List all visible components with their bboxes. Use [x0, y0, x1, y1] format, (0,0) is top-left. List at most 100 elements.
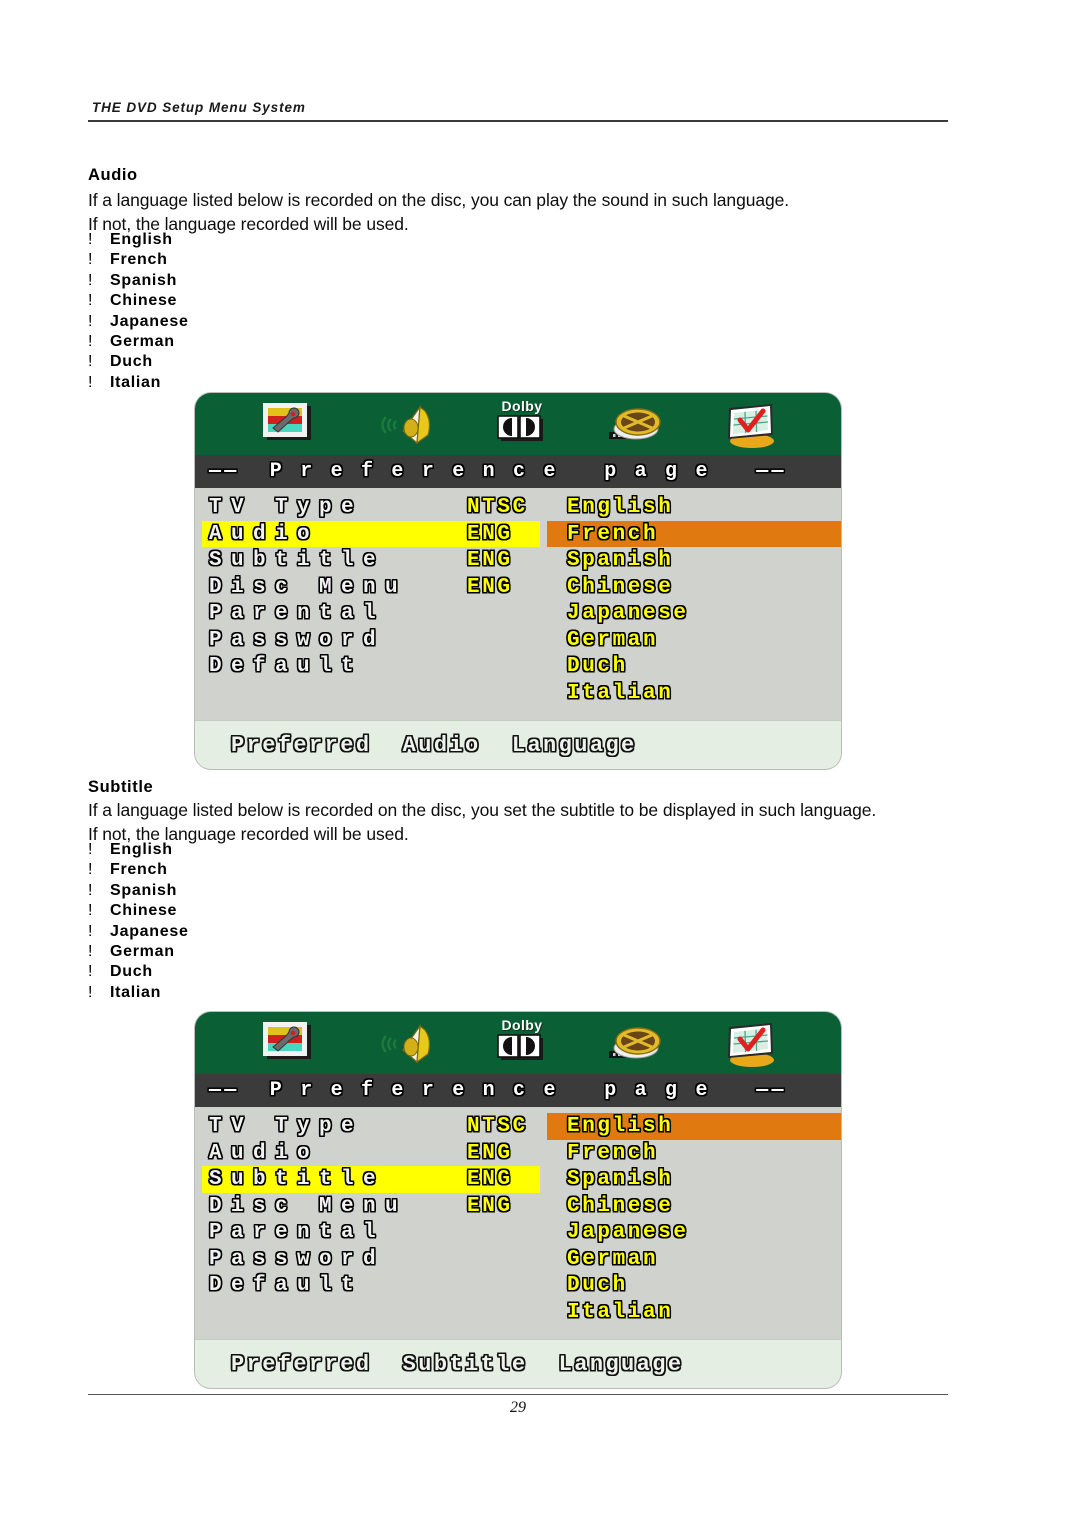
osd-language-option[interactable]: English	[567, 1114, 673, 1139]
osd-menu-label[interactable]: P a r e n t a l	[209, 1220, 378, 1245]
bullet-icon: !	[88, 292, 94, 310]
osd-title-text: —— P r e f e r e n c e p a g e ——	[209, 1079, 787, 1102]
language-list-item: ! German	[88, 942, 189, 962]
osd-menu-row: D e f a u l t Duch	[195, 1272, 841, 1299]
language-label: Japanese	[110, 312, 189, 330]
osd-menu-row: S u b t i t l e ENG Spanish	[195, 1166, 841, 1193]
dolby-wordmark: Dolby	[501, 398, 543, 414]
osd-menu-label[interactable]: S u b t i t l e	[209, 548, 378, 573]
osd-menu-row: S u b t i t l e ENG Spanish	[195, 547, 841, 574]
osd-language-option[interactable]: Duch	[567, 1273, 628, 1298]
language-label: Duch	[110, 353, 153, 371]
section-title-audio: Audio	[88, 166, 138, 184]
osd-language-option[interactable]: Chinese	[567, 575, 673, 600]
language-list-item: ! Italian	[88, 983, 189, 1003]
osd-language-option[interactable]: Chinese	[567, 1194, 673, 1219]
bullet-icon: !	[88, 881, 94, 899]
header-rule	[88, 120, 948, 122]
osd-menu-label[interactable]: T V T y p e	[209, 495, 356, 520]
osd-language-option[interactable]: German	[567, 628, 658, 653]
language-list-item: ! Spanish	[88, 271, 189, 291]
language-label: Chinese	[110, 902, 178, 920]
osd-language-option[interactable]: Japanese	[567, 601, 689, 626]
osd-language-option[interactable]: Spanish	[567, 548, 673, 573]
osd-caption-bar: Preferred Audio Language	[195, 720, 841, 769]
bullet-icon: !	[88, 353, 94, 371]
bullet-icon: !	[88, 333, 94, 351]
tv-setup-icon	[253, 399, 323, 451]
osd-menu-label[interactable]: D e f a u l t	[209, 654, 356, 679]
osd-menu-row: P a r e n t a l Japanese	[195, 1219, 841, 1246]
osd-menu-body: T V T y p e NTSC English A u d i o ENG French…	[195, 1107, 841, 1339]
osd-menu-label[interactable]: T V T y p e	[209, 1114, 356, 1139]
bullet-icon: !	[88, 943, 94, 961]
language-label: Chinese	[110, 292, 178, 310]
osd-language-option[interactable]: French	[567, 522, 658, 547]
language-label: French	[110, 861, 168, 879]
dvd-osd-screen-subtitle: Dolby —— P r e f e r e n c e p a g e —— …	[195, 1012, 841, 1388]
osd-menu-value[interactable]: ENG	[467, 1194, 513, 1219]
language-label: English	[110, 841, 173, 858]
osd-menu-label[interactable]: S u b t i t l e	[209, 1167, 378, 1192]
language-list-item: ! Japanese	[88, 312, 189, 332]
osd-menu-label[interactable]: P a s s w o r d	[209, 628, 378, 653]
osd-menu-row: T V T y p e NTSC English	[195, 1113, 841, 1140]
osd-menu-value[interactable]: ENG	[467, 1141, 513, 1166]
language-list-item: ! Duch	[88, 352, 189, 372]
language-label: Spanish	[110, 271, 178, 289]
osd-menu-label[interactable]: D e f a u l t	[209, 1273, 356, 1298]
osd-menu-label[interactable]: P a r e n t a l	[209, 601, 378, 626]
osd-language-option[interactable]: Spanish	[567, 1167, 673, 1192]
bullet-icon: !	[88, 861, 94, 879]
osd-menu-label[interactable]: A u d i o	[209, 522, 312, 547]
bullet-icon: !	[88, 841, 94, 858]
bullet-icon: !	[88, 902, 94, 920]
bullet-icon: !	[88, 231, 94, 248]
osd-menu-row: P a s s w o r d German	[195, 1246, 841, 1273]
osd-menu-grid: T V T y p e NTSC English A u d i o ENG French…	[195, 494, 841, 706]
language-list-subtitle: ! English! French! Spanish! Chinese! Japanese…	[88, 840, 189, 1003]
osd-title-text: —— P r e f e r e n c e p a g e ——	[209, 460, 787, 483]
dolby-logo-icon: Dolby	[487, 399, 557, 451]
osd-language-option[interactable]: English	[567, 495, 673, 520]
language-label: Italian	[110, 983, 162, 1001]
osd-menu-value[interactable]: ENG	[467, 1167, 513, 1192]
disc-icon	[603, 399, 673, 451]
running-head-text: THE DVD Setup Menu System	[92, 100, 306, 115]
osd-menu-label[interactable]: P a s s w o r d	[209, 1247, 378, 1272]
language-label: Japanese	[110, 922, 189, 940]
osd-menu-label[interactable]: D i s c M e n u	[209, 1194, 400, 1219]
footer-rule	[88, 1394, 948, 1395]
section-title-subtitle: Subtitle	[88, 778, 154, 796]
osd-menu-label[interactable]: A u d i o	[209, 1141, 312, 1166]
osd-menu-value[interactable]: NTSC	[467, 1114, 528, 1139]
preference-icon	[715, 1018, 785, 1070]
language-list-item: ! French	[88, 860, 189, 880]
section-paragraph-subtitle: If a language listed below is recorded o…	[88, 800, 877, 844]
osd-language-option[interactable]: Duch	[567, 654, 628, 679]
osd-menu-value[interactable]: ENG	[467, 575, 513, 600]
dvd-osd-screen-audio: Dolby —— P r e f e r e n c e p a g e —— …	[195, 393, 841, 769]
language-list-item: ! English	[88, 230, 189, 250]
dolby-logo-icon: Dolby	[487, 1018, 557, 1070]
osd-menu-value[interactable]: ENG	[467, 548, 513, 573]
bullet-icon: !	[88, 963, 94, 981]
osd-language-option[interactable]: Italian	[567, 681, 673, 706]
osd-caption-text: Preferred Audio Language	[231, 732, 637, 758]
osd-menu-row: A u d i o ENG French	[195, 520, 841, 547]
language-list-item: ! Chinese	[88, 901, 189, 921]
osd-menu-grid: T V T y p e NTSC English A u d i o ENG French…	[195, 1113, 841, 1325]
osd-menu-label[interactable]: D i s c M e n u	[209, 575, 400, 600]
osd-icon-bar: Dolby	[195, 1012, 841, 1074]
osd-menu-row: D e f a u l t Duch	[195, 653, 841, 680]
osd-menu-value[interactable]: ENG	[467, 522, 513, 547]
osd-icon-bar: Dolby	[195, 393, 841, 455]
bullet-icon: !	[88, 983, 94, 1001]
osd-language-option[interactable]: Italian	[567, 1300, 673, 1325]
osd-menu-value[interactable]: NTSC	[467, 495, 528, 520]
language-list-audio: ! English! French! Spanish! Chinese! Japanese…	[88, 230, 189, 393]
speaker-icon	[373, 399, 443, 451]
osd-language-option[interactable]: German	[567, 1247, 658, 1272]
osd-language-option[interactable]: French	[567, 1141, 658, 1166]
osd-language-option[interactable]: Japanese	[567, 1220, 689, 1245]
